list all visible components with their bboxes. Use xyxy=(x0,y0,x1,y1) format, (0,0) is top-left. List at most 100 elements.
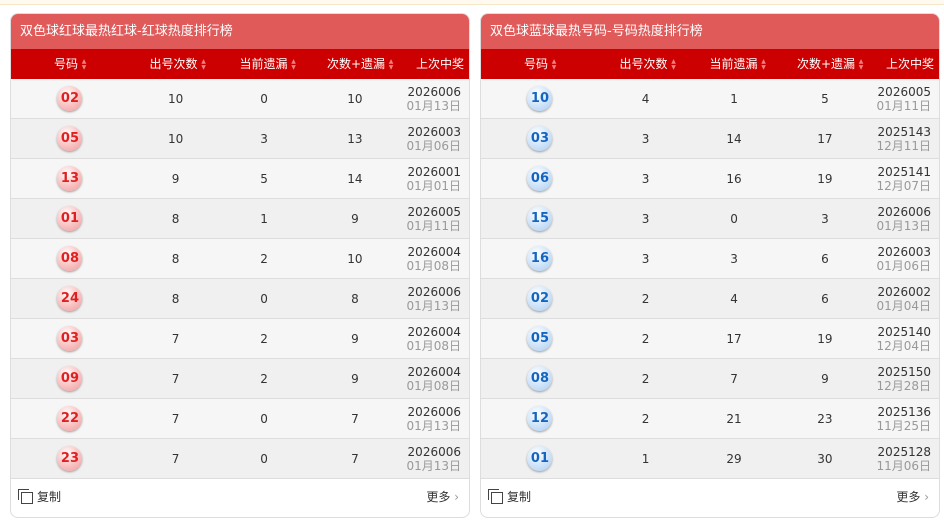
column-header[interactable]: 次数+遗漏 ▲ ▼ xyxy=(311,49,411,79)
count-plus-miss: 13 xyxy=(347,131,363,146)
table-row: 01 8 1 9 2026005 01月11日 xyxy=(11,199,469,239)
date: 12月11日 xyxy=(876,138,931,153)
current-miss: 16 xyxy=(726,171,742,186)
ball-number: 08 xyxy=(527,366,553,391)
table-row: 22 7 0 7 2026006 01月13日 xyxy=(11,399,469,439)
ball-number: 01 xyxy=(57,206,83,231)
copy-button[interactable]: 复制 xyxy=(488,488,531,505)
issue: 2026006 xyxy=(407,444,461,459)
issue: 2025150 xyxy=(877,364,931,379)
more-link[interactable]: 更多 › xyxy=(896,488,929,505)
hit-count: 2 xyxy=(641,331,650,346)
copy-button[interactable]: 复制 xyxy=(18,488,61,505)
panel-footer: 复制 更多 › xyxy=(11,479,469,514)
issue: 2025140 xyxy=(877,324,931,339)
sort-icon[interactable]: ▲ ▼ xyxy=(760,58,768,71)
table-row: 05 10 3 13 2026003 01月06日 xyxy=(11,119,469,159)
sort-icon[interactable]: ▲ ▼ xyxy=(550,58,558,71)
last-win: 2026006 01月13日 xyxy=(404,445,469,473)
column-header[interactable]: 当前遗漏 ▲ ▼ xyxy=(696,49,781,79)
column-header[interactable]: 号码 ▲ ▼ xyxy=(11,49,131,79)
last-win: 2026003 01月06日 xyxy=(404,125,469,153)
column-header[interactable]: 出号次数 ▲ ▼ xyxy=(601,49,696,79)
panel-title: 双色球蓝球最热号码-号码热度排行榜 xyxy=(481,14,939,49)
table-row: 02 10 0 10 2026006 01月13日 xyxy=(11,79,469,119)
last-win: 2026006 01月13日 xyxy=(404,285,469,313)
table-row: 08 8 2 10 2026004 01月08日 xyxy=(11,239,469,279)
last-win: 2026004 01月08日 xyxy=(404,325,469,353)
last-win: 2026004 01月08日 xyxy=(404,245,469,273)
current-miss: 2 xyxy=(260,331,268,346)
issue: 2025141 xyxy=(877,164,931,179)
chevron-right-icon: › xyxy=(920,490,929,504)
sort-icon[interactable]: ▲ ▼ xyxy=(200,58,208,71)
date: 01月08日 xyxy=(406,338,461,353)
count-plus-miss: 9 xyxy=(821,371,829,386)
date: 01月04日 xyxy=(876,298,931,313)
sort-icon[interactable]: ▲ ▼ xyxy=(670,58,678,71)
sort-icon[interactable]: ▲ ▼ xyxy=(290,58,298,71)
ball-number: 05 xyxy=(527,326,553,351)
table-row: 01 1 29 30 2025128 11月06日 xyxy=(481,439,939,479)
table-row: 12 2 21 23 2025136 11月25日 xyxy=(481,399,939,439)
count-plus-miss: 23 xyxy=(817,411,833,426)
column-header[interactable]: 次数+遗漏 ▲ ▼ xyxy=(781,49,881,79)
ball-number: 08 xyxy=(57,246,83,271)
current-miss: 21 xyxy=(726,411,742,426)
last-win: 2025136 11月25日 xyxy=(874,405,939,433)
ball-number: 03 xyxy=(57,326,83,351)
count-plus-miss: 10 xyxy=(347,91,363,106)
table-body: 02 10 0 10 2026006 01月13日 05 10 3 13 2026… xyxy=(11,79,469,479)
date: 01月13日 xyxy=(406,418,461,433)
current-miss: 4 xyxy=(730,291,738,306)
issue: 2026003 xyxy=(407,124,461,139)
column-header[interactable]: 出号次数 ▲ ▼ xyxy=(131,49,226,79)
hit-count: 3 xyxy=(641,171,650,186)
table-row: 24 8 0 8 2026006 01月13日 xyxy=(11,279,469,319)
hit-count: 3 xyxy=(641,251,650,266)
column-header[interactable]: 号码 ▲ ▼ xyxy=(481,49,601,79)
blue-ball-panel: 双色球蓝球最热号码-号码热度排行榜 号码 ▲ ▼ 出号次数 ▲ ▼ 当前遗漏 ▲ ▼ 次数+遗漏 ▲ ▼… xyxy=(480,13,940,518)
current-miss: 0 xyxy=(260,291,268,306)
sort-icon[interactable]: ▲ ▼ xyxy=(857,58,865,71)
hit-count: 8 xyxy=(171,251,180,266)
count-plus-miss: 6 xyxy=(821,251,829,266)
current-miss: 0 xyxy=(730,211,738,226)
table-header: 号码 ▲ ▼ 出号次数 ▲ ▼ 当前遗漏 ▲ ▼ 次数+遗漏 ▲ ▼ 上次中奖 xyxy=(11,49,469,79)
date: 01月13日 xyxy=(406,298,461,313)
date: 01月13日 xyxy=(876,218,931,233)
issue: 2026002 xyxy=(877,284,931,299)
count-plus-miss: 7 xyxy=(351,451,359,466)
date: 11月25日 xyxy=(876,418,931,433)
count-plus-miss: 8 xyxy=(351,291,359,306)
more-link[interactable]: 更多 › xyxy=(426,488,459,505)
ball-number: 05 xyxy=(57,126,83,151)
issue: 2026001 xyxy=(407,164,461,179)
panel-title: 双色球红球最热红球-红球热度排行榜 xyxy=(11,14,469,49)
table-row: 03 7 2 9 2026004 01月08日 xyxy=(11,319,469,359)
column-header[interactable]: 当前遗漏 ▲ ▼ xyxy=(226,49,311,79)
ball-number: 06 xyxy=(527,166,553,191)
table-row: 08 2 7 9 2025150 12月28日 xyxy=(481,359,939,399)
issue: 2025128 xyxy=(877,444,931,459)
table-row: 10 4 1 5 2026005 01月11日 xyxy=(481,79,939,119)
ball-number: 15 xyxy=(527,206,553,231)
last-win: 2026006 01月13日 xyxy=(874,205,939,233)
date: 01月08日 xyxy=(406,378,461,393)
hit-count: 1 xyxy=(641,451,650,466)
ball-number: 22 xyxy=(57,406,83,431)
table-header: 号码 ▲ ▼ 出号次数 ▲ ▼ 当前遗漏 ▲ ▼ 次数+遗漏 ▲ ▼ 上次中奖 xyxy=(481,49,939,79)
count-plus-miss: 14 xyxy=(347,171,363,186)
date: 01月11日 xyxy=(876,98,931,113)
sort-icon[interactable]: ▲ ▼ xyxy=(387,58,395,71)
copy-icon xyxy=(18,489,33,504)
hit-count: 7 xyxy=(171,371,180,386)
hit-count: 3 xyxy=(641,211,650,226)
table-row: 13 9 5 14 2026001 01月01日 xyxy=(11,159,469,199)
sort-icon[interactable]: ▲ ▼ xyxy=(80,58,88,71)
count-plus-miss: 7 xyxy=(351,411,359,426)
current-miss: 5 xyxy=(260,171,268,186)
last-win: 2026003 01月06日 xyxy=(874,245,939,273)
ball-number: 02 xyxy=(527,286,553,311)
ball-number: 01 xyxy=(527,446,553,471)
